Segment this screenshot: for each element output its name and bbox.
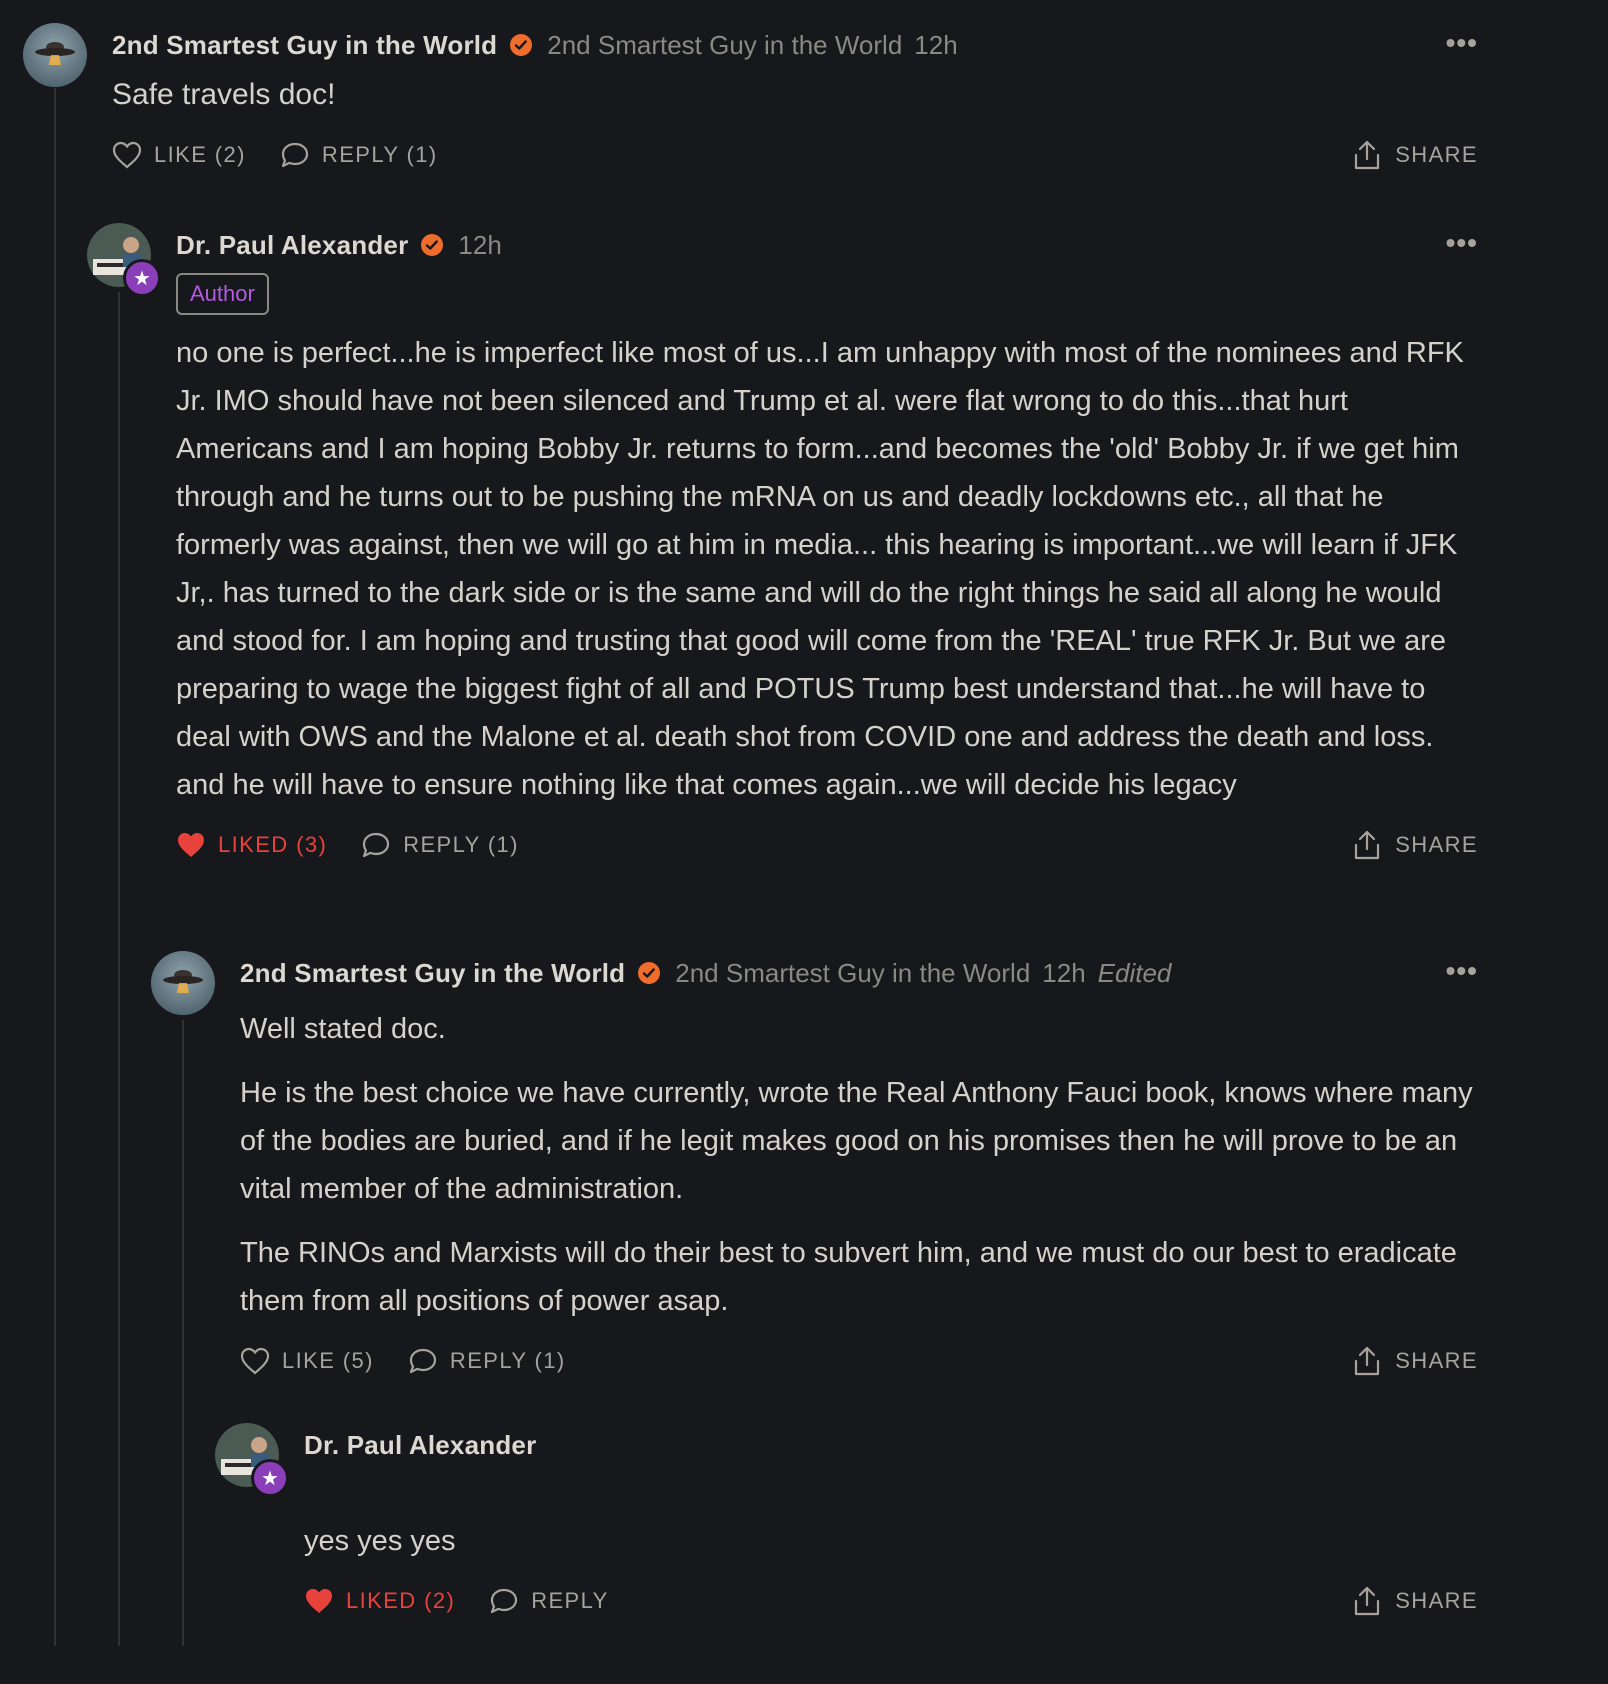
verified-check-icon [638, 962, 661, 984]
verified-check-icon [421, 234, 444, 256]
share-label: SHARE [1395, 142, 1478, 167]
share-label: SHARE [1395, 1588, 1478, 1613]
author-avatar[interactable]: ★ [87, 223, 161, 297]
share-upload-icon [1355, 140, 1380, 170]
share-upload-icon [1355, 1586, 1380, 1616]
comment-paragraph: The RINOs and Marxists will do their bes… [240, 1237, 1457, 1317]
verified-check-icon [510, 34, 533, 56]
comment-bubble-icon [363, 832, 390, 858]
comment-actions: LIKE (2) REPLY (1) SHARE [112, 135, 1478, 175]
comment-body: no one is perfect...he is imperfect like… [176, 329, 1478, 809]
liked-button[interactable]: LIKED (2) [304, 1587, 455, 1615]
reply-label: REPLY [531, 1588, 609, 1613]
comment-body: Well stated doc. He is the best choice w… [240, 1005, 1478, 1325]
reply-label: REPLY (1) [403, 832, 519, 857]
timestamp[interactable]: 12h [1042, 958, 1085, 989]
thread-line-1 [54, 88, 56, 1646]
author-name[interactable]: 2nd Smartest Guy in the World [112, 30, 497, 61]
author-handle[interactable]: 2nd Smartest Guy in the World [547, 30, 902, 61]
reply-label: REPLY (1) [321, 142, 438, 167]
author-name[interactable]: Dr. Paul Alexander [304, 1430, 536, 1461]
comment: ★ Dr. Paul Alexander yes yes yes LIKED (… [215, 1423, 1478, 1621]
comment-header: 2nd Smartest Guy in the World 2nd Smarte… [112, 25, 1478, 65]
like-label: LIKED (2) [346, 1588, 456, 1613]
like-label: LIKED (3) [218, 832, 328, 857]
thread-line-2 [118, 292, 120, 1646]
comment-bubble-icon [491, 1588, 518, 1614]
share-label: SHARE [1395, 832, 1478, 857]
ufo-avatar-icon [23, 23, 87, 87]
author-name[interactable]: Dr. Paul Alexander [176, 230, 408, 261]
share-label: SHARE [1395, 1348, 1478, 1373]
share-button[interactable]: SHARE [1353, 139, 1478, 171]
heart-filled-icon [306, 1589, 332, 1613]
thread-line-3 [182, 1020, 184, 1646]
comment-paragraph: Well stated doc. [240, 1013, 446, 1045]
author-handle[interactable]: 2nd Smartest Guy in the World [675, 958, 1030, 989]
comment-header: 2nd Smartest Guy in the World 2nd Smarte… [240, 953, 1478, 993]
comment-paragraph: He is the best choice we have currently,… [240, 1077, 1473, 1205]
share-button[interactable]: SHARE [1353, 1345, 1478, 1377]
comment-header: Dr. Paul Alexander 12h ••• [176, 225, 1478, 265]
author-badge: Author [176, 273, 269, 315]
share-button[interactable]: SHARE [1353, 829, 1478, 861]
more-dots-icon[interactable]: ••• [1446, 27, 1478, 59]
heart-outline-icon [112, 141, 142, 169]
comment: ★ Dr. Paul Alexander 12h ••• Author no o… [87, 223, 1478, 865]
heart-outline-icon [240, 1347, 270, 1375]
reply-label: REPLY (1) [449, 1348, 566, 1373]
star-icon: ★ [123, 259, 161, 297]
comment-text: Safe travels doc! [112, 78, 336, 111]
share-upload-icon [1355, 1346, 1380, 1376]
heart-filled-icon [178, 833, 204, 857]
more-dots-icon[interactable]: ••• [1446, 955, 1478, 987]
comment-text: no one is perfect...he is imperfect like… [176, 337, 1464, 801]
comment-bubble-icon [281, 142, 309, 168]
star-icon: ★ [251, 1459, 289, 1497]
author-name[interactable]: 2nd Smartest Guy in the World [240, 958, 625, 989]
reply-button[interactable]: REPLY [489, 1587, 609, 1615]
more-dots-icon[interactable]: ••• [1446, 227, 1478, 259]
comment-body: yes yes yes [304, 1517, 1478, 1565]
share-upload-icon [1355, 830, 1380, 860]
comment: 2nd Smartest Guy in the World 2nd Smarte… [23, 23, 1478, 175]
comment-body: Safe travels doc! [112, 71, 1478, 119]
like-label: LIKE (2) [154, 142, 246, 167]
author-avatar[interactable]: ★ [215, 1423, 289, 1497]
comment-actions: LIKED (2) REPLY SHARE [304, 1581, 1478, 1621]
liked-button[interactable]: LIKED (3) [176, 831, 327, 859]
timestamp[interactable]: 12h [458, 230, 501, 261]
edited-label: Edited [1097, 957, 1172, 988]
avatar[interactable] [151, 951, 215, 1015]
ufo-avatar-icon [151, 951, 215, 1015]
timestamp[interactable]: 12h [914, 30, 957, 61]
like-button[interactable]: LIKE (2) [112, 141, 246, 169]
share-button[interactable]: SHARE [1353, 1585, 1478, 1617]
comment-bubble-icon [409, 1348, 437, 1374]
like-label: LIKE (5) [282, 1348, 374, 1373]
reply-button[interactable]: REPLY (1) [361, 831, 519, 859]
comment-actions: LIKE (5) REPLY (1) SHARE [240, 1341, 1478, 1381]
author-badge-row: Author [176, 265, 1478, 315]
comment-text: yes yes yes [304, 1525, 456, 1557]
reply-button[interactable]: REPLY (1) [280, 141, 438, 169]
comment: 2nd Smartest Guy in the World 2nd Smarte… [151, 951, 1478, 1381]
comment-header: Dr. Paul Alexander [304, 1425, 1478, 1465]
reply-button[interactable]: REPLY (1) [408, 1347, 566, 1375]
avatar[interactable] [23, 23, 87, 87]
comment-actions: LIKED (3) REPLY (1) SHARE [176, 825, 1478, 865]
like-button[interactable]: LIKE (5) [240, 1347, 374, 1375]
